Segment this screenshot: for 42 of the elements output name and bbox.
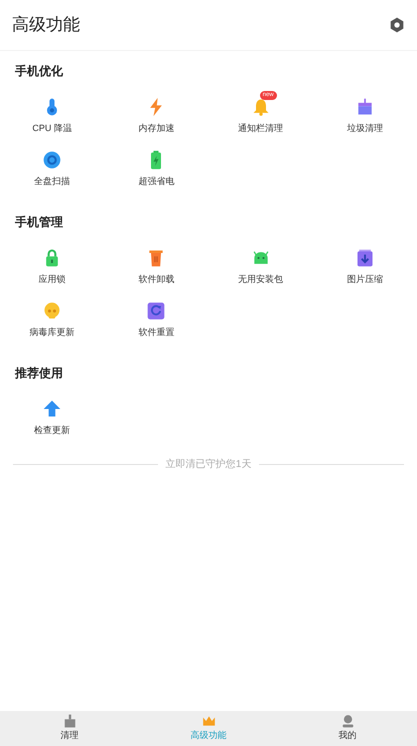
- crown-icon: [202, 714, 216, 728]
- feature-label: 软件重置: [138, 326, 174, 340]
- feature-label: 内存加速: [138, 122, 174, 136]
- page-title: 高级功能: [12, 14, 80, 36]
- feature-label: 图片压缩: [346, 273, 383, 286]
- feature-label: 无用安装包: [238, 273, 284, 286]
- feature-item[interactable]: CPU 降温: [0, 90, 104, 143]
- feature-item[interactable]: 内存加速: [104, 90, 208, 143]
- section-title: 手机管理: [14, 214, 64, 231]
- feature-item[interactable]: 超强省电: [104, 143, 208, 196]
- feature-label: 超强省电: [138, 175, 174, 188]
- disc-icon: [42, 150, 62, 170]
- feature-item[interactable]: 检查更新: [0, 392, 104, 445]
- up-arrow-icon: [42, 399, 62, 420]
- feature-label: 通知栏清理: [238, 122, 284, 136]
- protection-note: 立即清已守护您1天: [166, 458, 252, 472]
- feature-label: 应用锁: [38, 273, 66, 286]
- feature-label: CPU 降温: [32, 122, 72, 136]
- nav-tab[interactable]: 我的: [278, 711, 417, 746]
- feature-item[interactable]: 垃圾清理: [312, 90, 417, 143]
- feature-item[interactable]: 病毒库更新: [0, 294, 104, 347]
- feature-item[interactable]: 软件卸载: [104, 241, 208, 294]
- feature-label: 垃圾清理: [346, 122, 383, 136]
- feature-item[interactable]: 全盘扫描: [0, 143, 104, 196]
- feature-label: 软件卸载: [138, 273, 174, 286]
- section-title: 手机优化: [14, 63, 64, 80]
- feature-item[interactable]: 图片压缩: [312, 241, 417, 294]
- nav-tab[interactable]: 清理: [0, 711, 139, 746]
- feature-item[interactable]: 应用锁: [0, 241, 104, 294]
- reset-icon: [146, 301, 166, 322]
- settings-icon[interactable]: [389, 17, 405, 33]
- feature-item[interactable]: 软件重置: [104, 294, 208, 347]
- skull-icon: [42, 301, 62, 322]
- image-download-icon: [354, 248, 375, 268]
- broom-icon: [62, 714, 76, 728]
- feature-label: 检查更新: [34, 424, 70, 438]
- user-icon: [340, 714, 354, 728]
- bell-icon: [250, 97, 271, 118]
- feature-label: 病毒库更新: [30, 326, 75, 340]
- section-title: 推荐使用: [14, 365, 64, 382]
- feature-label: 全盘扫描: [34, 175, 70, 188]
- feature-item[interactable]: 无用安装包: [208, 241, 313, 294]
